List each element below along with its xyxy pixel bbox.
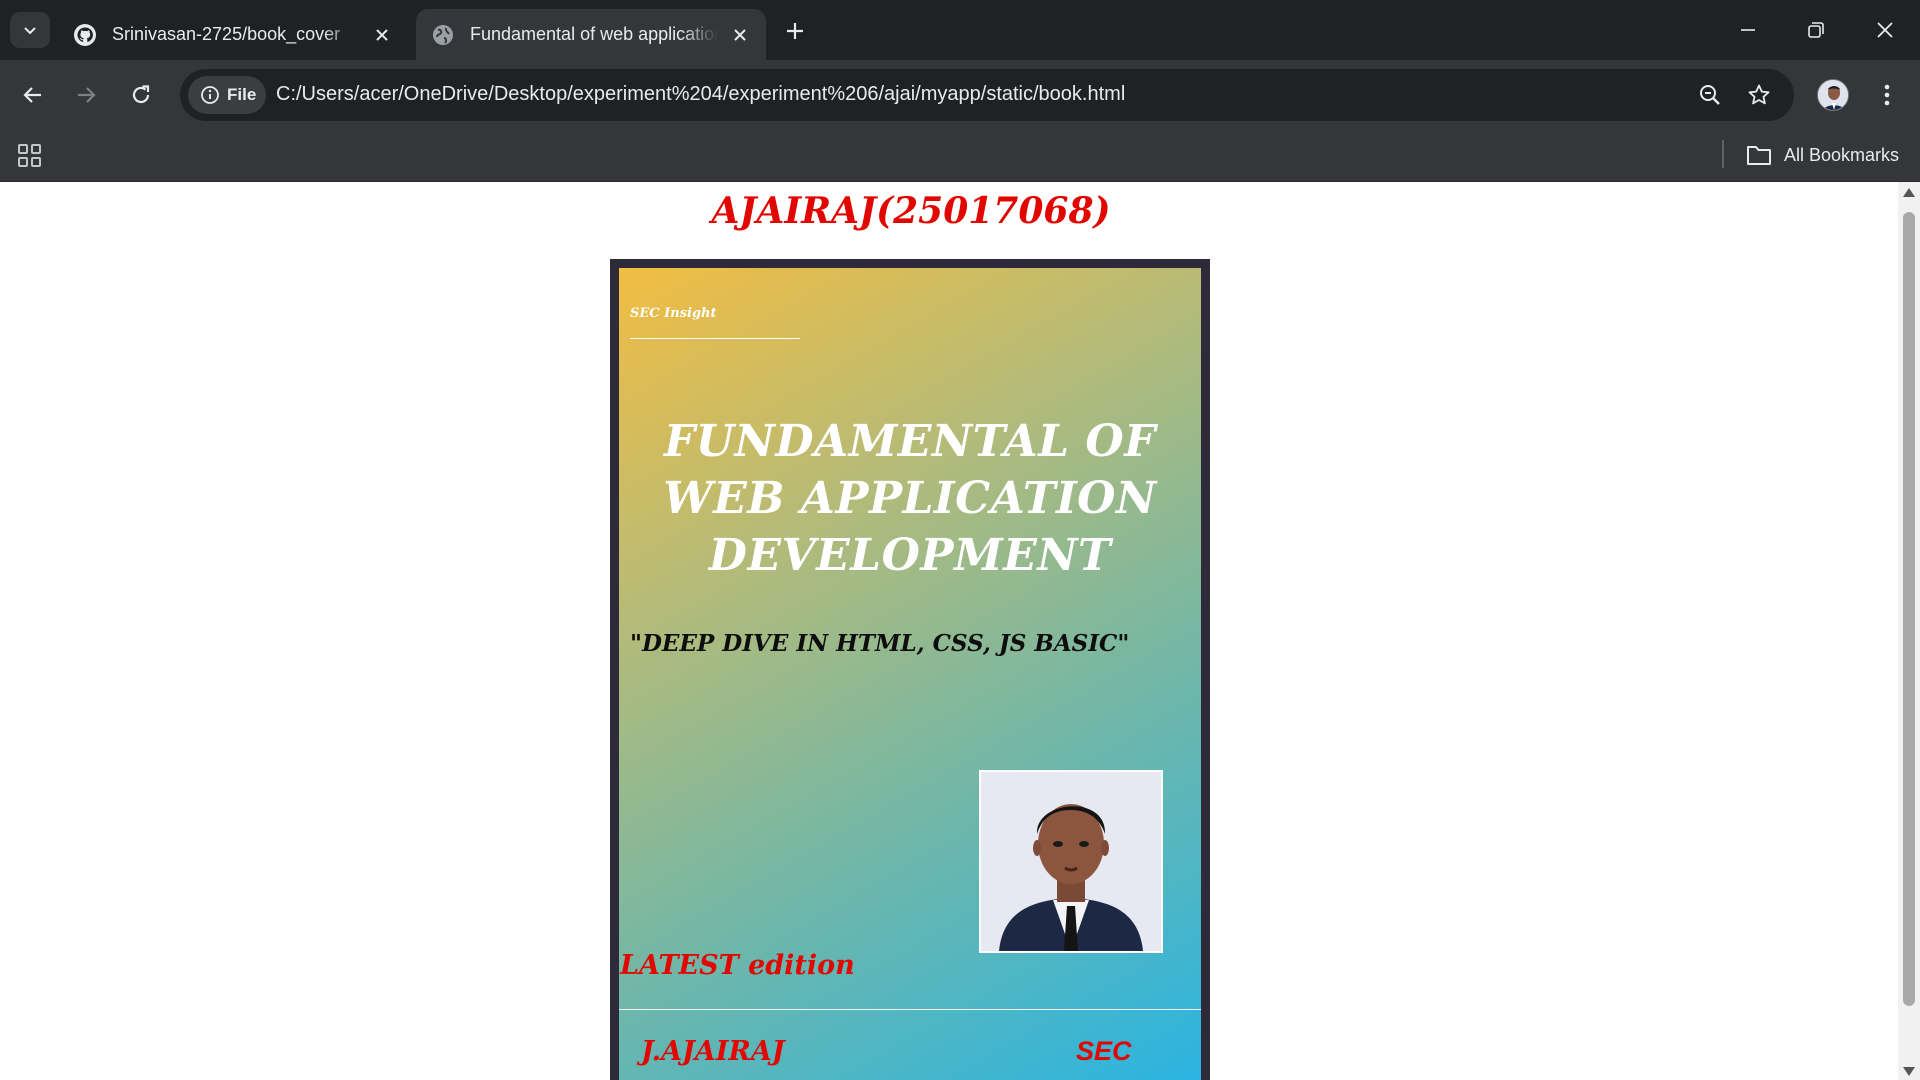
bookmarks-bar: All Bookmarks — [0, 130, 1920, 182]
navigation-toolbar: File C:/Users/acer/OneDrive/Desktop/expe… — [0, 60, 1920, 130]
minimize-button[interactable] — [1718, 8, 1778, 52]
publisher-divider — [630, 338, 800, 339]
cover-divider — [619, 1009, 1201, 1010]
scrollbar-thumb[interactable] — [1903, 212, 1915, 1006]
organization-name: SEC — [1076, 1036, 1132, 1066]
close-icon — [1877, 22, 1893, 38]
profile-avatar[interactable] — [1817, 79, 1849, 111]
zoom-icon[interactable] — [1694, 79, 1726, 111]
publisher-name: SEC Insight — [630, 306, 717, 321]
page-viewport: AJAIRAJ(25017068) SEC Insight FUNDAMENTA… — [0, 182, 1920, 1080]
tab-title: Fundamental of web application — [470, 24, 718, 44]
tab-fundamental-web-app[interactable]: Fundamental of web application — [416, 9, 766, 60]
tab-title: Srinivasan-2725/book_cover — [112, 24, 341, 44]
github-icon — [72, 22, 98, 48]
author-name: J.AJAIRAJ — [641, 1036, 785, 1067]
book-title-line: WEB APPLICATION — [663, 473, 1157, 524]
arrow-right-icon — [78, 87, 96, 103]
all-bookmarks-label: All Bookmarks — [1784, 144, 1900, 165]
page-heading: AJAIRAJ(25017068) — [711, 190, 1111, 232]
book-title: FUNDAMENTAL OF WEB APPLICATION DEVELOPME… — [619, 413, 1201, 584]
back-button[interactable] — [11, 73, 55, 117]
book-title-line: FUNDAMENTAL OF — [664, 416, 1156, 467]
apps-grid-icon[interactable] — [16, 142, 44, 170]
tab-strip: Srinivasan-2725/book_cover Fundamental o… — [0, 0, 1920, 60]
tab-search-button[interactable] — [10, 12, 50, 48]
restore-button[interactable] — [1786, 8, 1846, 52]
scroll-down-arrow-icon[interactable] — [1903, 1067, 1915, 1076]
info-icon — [201, 86, 219, 104]
globe-icon — [430, 22, 456, 48]
chevron-down-icon — [24, 27, 36, 35]
book-title-line: DEVELOPMENT — [708, 530, 1112, 581]
scroll-up-arrow-icon[interactable] — [1903, 188, 1915, 197]
close-icon[interactable] — [726, 21, 754, 49]
reload-button[interactable] — [119, 73, 163, 117]
vertical-scrollbar[interactable] — [1898, 182, 1920, 1080]
bookmarks-separator — [1722, 140, 1724, 168]
forward-button[interactable] — [64, 73, 108, 117]
close-icon[interactable] — [368, 21, 396, 49]
new-tab-button[interactable] — [778, 14, 812, 48]
bookmark-star-icon[interactable] — [1743, 79, 1775, 111]
edition-label: LATEST edition — [620, 950, 855, 981]
url-text[interactable]: C:/Users/acer/OneDrive/Desktop/experimen… — [276, 83, 1125, 106]
close-window-button[interactable] — [1855, 8, 1915, 52]
reload-icon — [132, 85, 150, 104]
file-chip-label: File — [227, 85, 257, 104]
all-bookmarks-button[interactable]: All Bookmarks — [1746, 140, 1899, 170]
restore-icon — [1808, 22, 1824, 38]
arrow-left-icon — [23, 87, 41, 103]
book-subtitle: "DEEP DIVE IN HTML, CSS, JS BASIC" — [630, 630, 1130, 657]
author-photo — [979, 770, 1163, 953]
plus-icon — [787, 23, 803, 39]
address-bar[interactable]: File C:/Users/acer/OneDrive/Desktop/expe… — [180, 69, 1794, 121]
browser-menu-button[interactable] — [1870, 73, 1904, 117]
browser-window: Srinivasan-2725/book_cover Fundamental o… — [0, 0, 1920, 1080]
more-vertical-icon — [1884, 84, 1890, 106]
book-cover: SEC Insight FUNDAMENTAL OF WEB APPLICATI… — [619, 268, 1201, 1080]
site-info-chip[interactable]: File — [188, 76, 266, 114]
book-cover-frame: SEC Insight FUNDAMENTAL OF WEB APPLICATI… — [610, 259, 1210, 1080]
minimize-icon — [1741, 29, 1755, 31]
folder-icon — [1747, 146, 1771, 165]
tab-github-book-cover[interactable]: Srinivasan-2725/book_cover — [58, 9, 408, 60]
